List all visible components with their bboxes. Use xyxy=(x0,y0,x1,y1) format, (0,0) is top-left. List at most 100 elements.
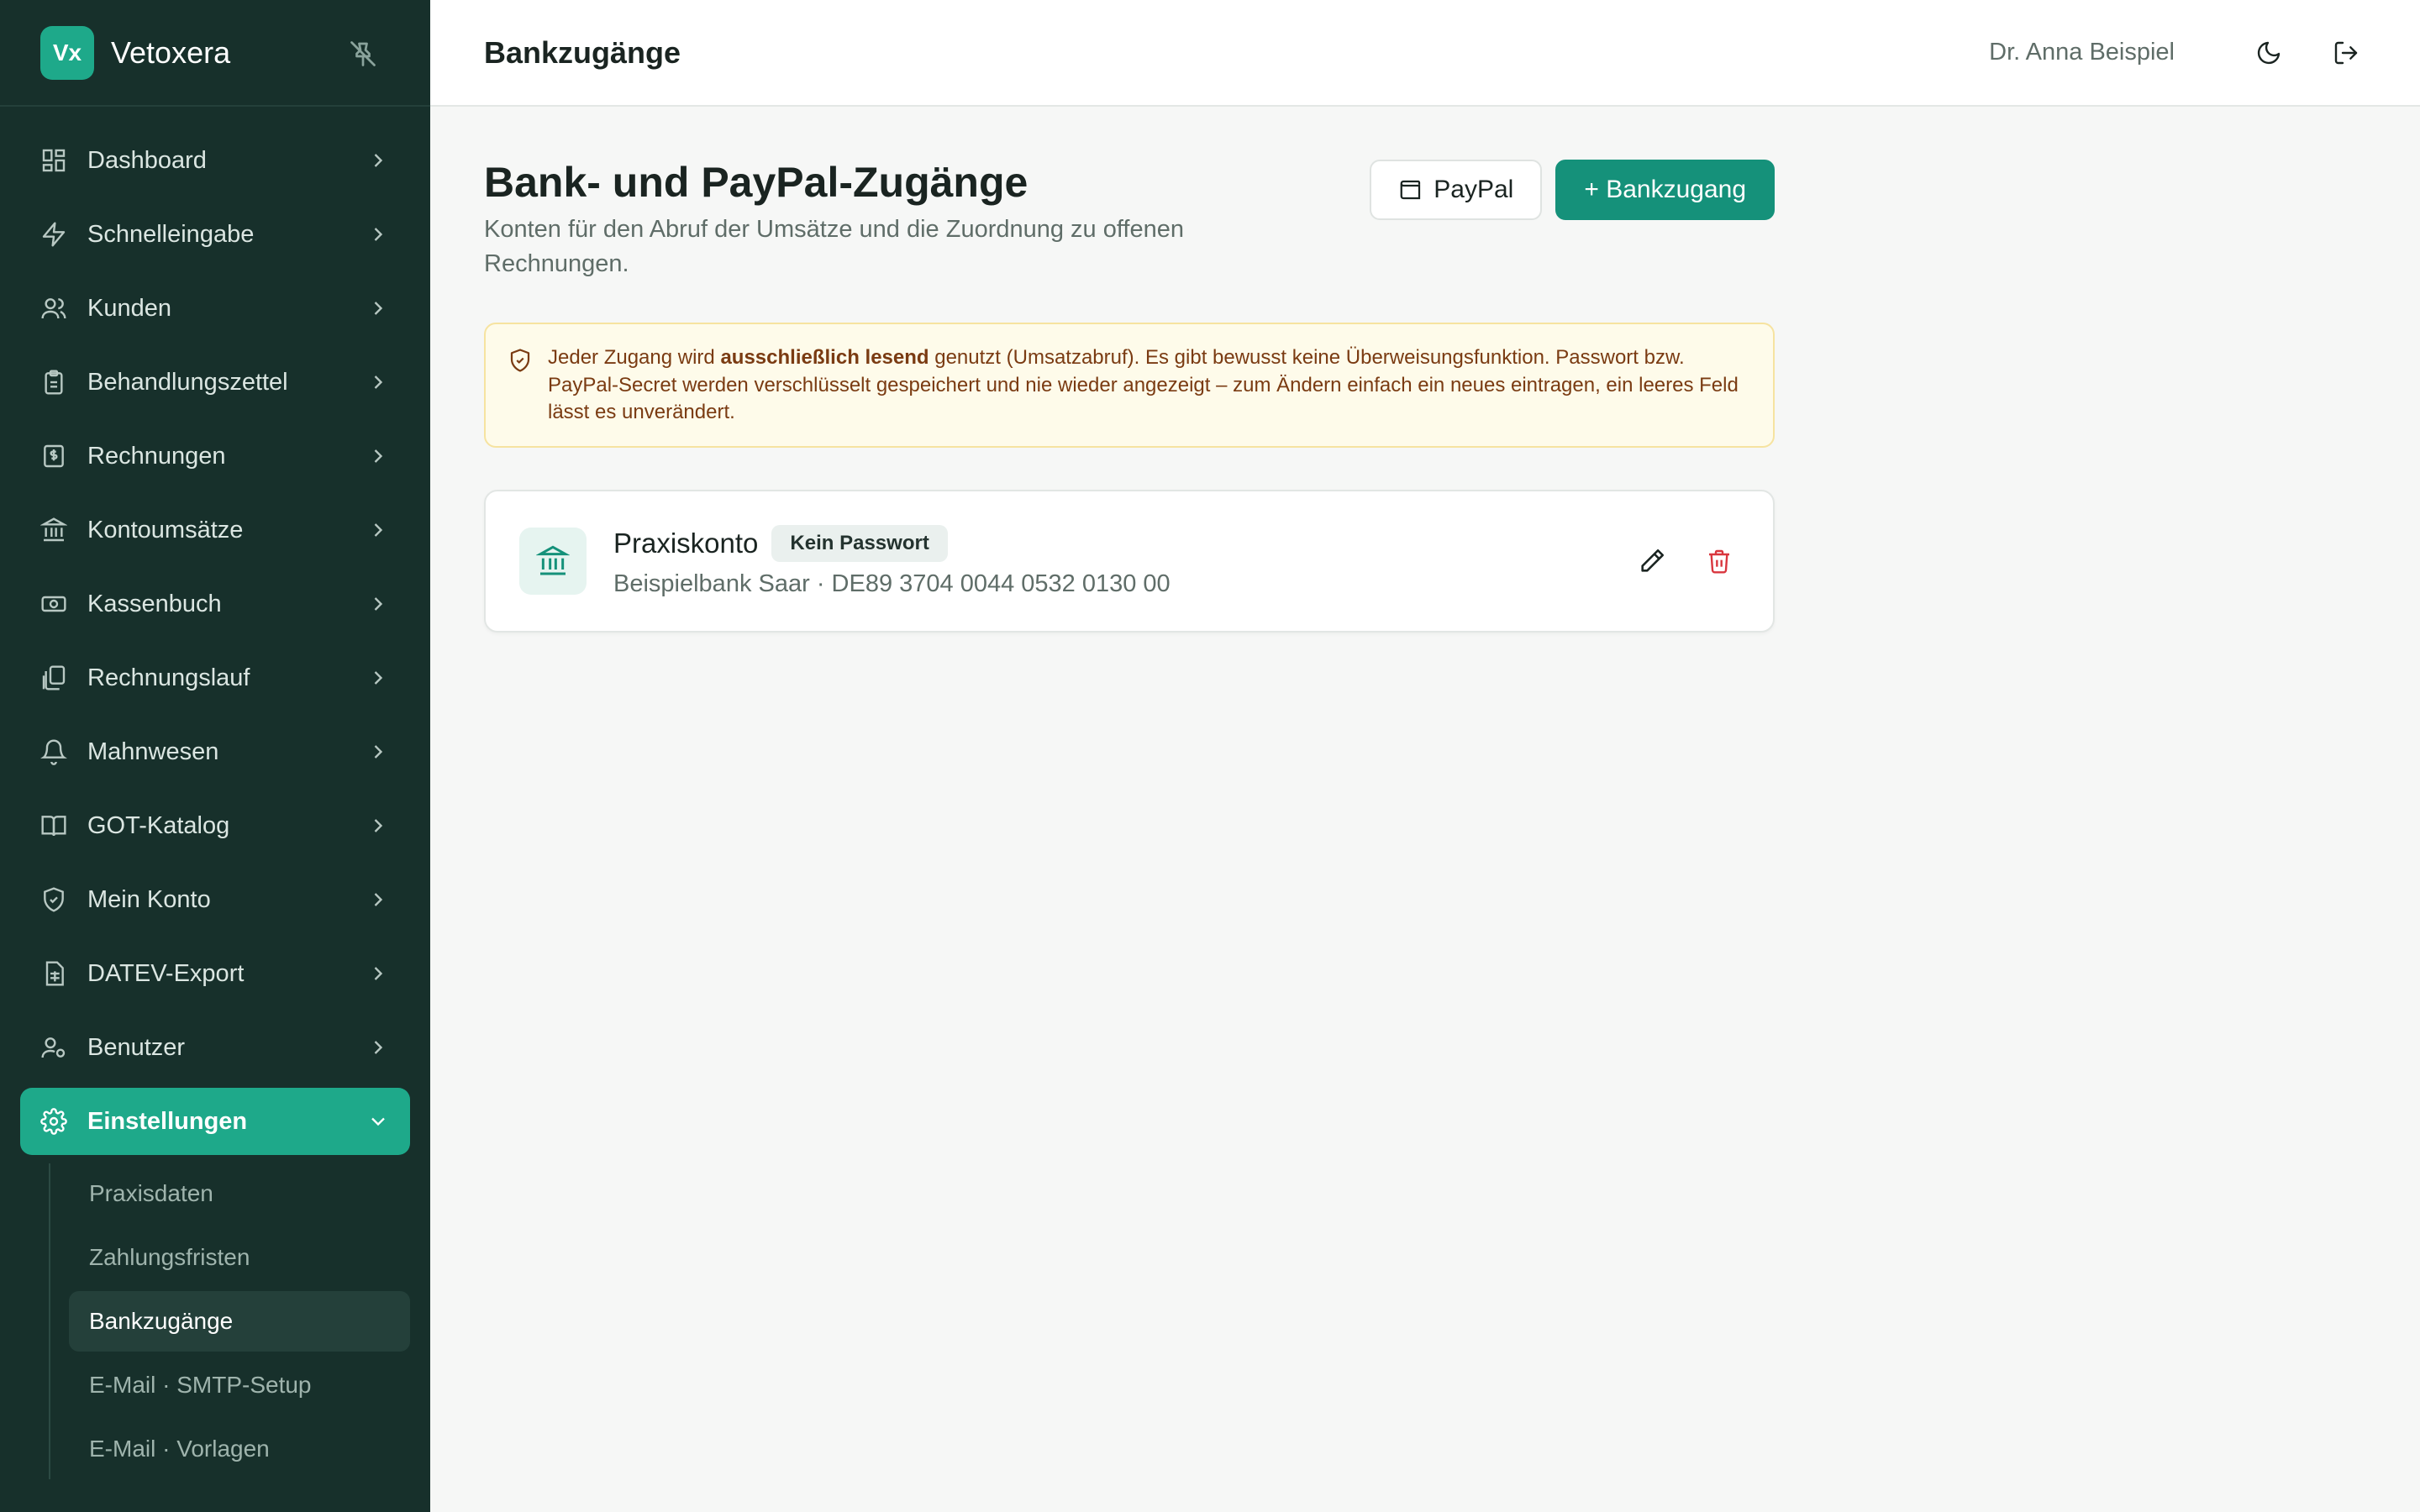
bank-account-icon-wrap xyxy=(519,528,587,596)
chevron-right-icon xyxy=(374,228,383,241)
delete-account-button[interactable] xyxy=(1699,541,1739,581)
chevron-right-icon xyxy=(374,893,383,906)
sidebar-item-label: Mein Konto xyxy=(87,885,211,913)
sidebar: Vx Vetoxera Dashboard Schnelleingabe Kun… xyxy=(0,0,430,1512)
title-row: Bank- und PayPal-Zugänge Konten für den … xyxy=(484,160,1775,281)
bell-icon xyxy=(40,739,67,765)
wallet-icon xyxy=(1400,180,1421,200)
chevron-right-icon xyxy=(374,597,383,611)
sidebar-item-got-katalog[interactable]: GOT-Katalog xyxy=(20,792,410,859)
sidebar-item-label: Kunden xyxy=(87,294,171,322)
chevron-right-icon xyxy=(374,375,383,389)
brand-name: Vetoxera xyxy=(111,34,231,70)
sidebar-item-datev-export[interactable]: DATEV-Export xyxy=(20,940,410,1007)
bank-account-header: Praxiskonto Kein Passwort xyxy=(613,524,1605,562)
notice-text-pre: Jeder Zugang wird xyxy=(548,346,721,370)
brand-logo: Vx xyxy=(40,25,94,80)
sidebar-item-label: Mahnwesen xyxy=(87,738,219,765)
header-title: Bankzugänge xyxy=(484,34,681,70)
bank-icon xyxy=(40,517,67,542)
invoice-icon xyxy=(44,444,64,468)
chevron-right-icon xyxy=(374,967,383,980)
sidebar-item-kunden[interactable]: Kunden xyxy=(20,275,410,342)
bank-account-info: Praxiskonto Kein Passwort Beispielbank S… xyxy=(613,524,1605,598)
sidebar-item-label: Kassenbuch xyxy=(87,590,222,617)
page-title: Bank- und PayPal-Zugänge xyxy=(484,159,1028,206)
edit-account-button[interactable] xyxy=(1632,541,1672,581)
sidebar-item-label: Schnelleingabe xyxy=(87,220,255,248)
gear-icon xyxy=(40,1108,67,1135)
sidebar-item-rechnungen[interactable]: Rechnungen xyxy=(20,423,410,490)
add-bank-account-label: + Bankzugang xyxy=(1584,176,1746,203)
theme-toggle-button[interactable] xyxy=(2249,33,2289,73)
add-paypal-button[interactable]: PayPal xyxy=(1370,160,1543,220)
sidebar-item-rechnungslauf[interactable]: Rechnungslauf xyxy=(20,644,410,711)
trash-icon xyxy=(1709,550,1729,574)
sidebar-item-label: DATEV-Export xyxy=(87,959,245,987)
chevron-down-icon xyxy=(371,1117,385,1126)
brand: Vx Vetoxera xyxy=(0,0,430,107)
sidebar-item-label: Kontoumsätze xyxy=(87,516,244,543)
page-actions: PayPal + Bankzugang xyxy=(1370,160,1775,220)
status-badge: Kein Passwort xyxy=(771,524,948,562)
sidebar-item-mein-konto[interactable]: Mein Konto xyxy=(20,866,410,933)
sidebar-item-dashboard[interactable]: Dashboard xyxy=(20,127,410,194)
dashboard-icon xyxy=(42,149,66,172)
chevron-right-icon xyxy=(374,302,383,315)
user-cog-icon xyxy=(41,1037,66,1058)
sidebar-item-label: Benutzer xyxy=(87,1033,186,1061)
chevron-right-icon xyxy=(374,1041,383,1054)
subnav-item-bankzugaenge[interactable]: Bankzugänge xyxy=(69,1291,410,1352)
pin-off-icon[interactable] xyxy=(348,39,378,69)
chevron-right-icon xyxy=(374,449,383,463)
sidebar-item-kassenbuch[interactable]: Kassenbuch xyxy=(20,570,410,638)
users-icon xyxy=(41,298,66,319)
sidebar-item-behandlungszettel[interactable]: Behandlungszettel xyxy=(20,349,410,416)
pencil-icon xyxy=(1641,549,1665,572)
header-user-name: Dr. Anna Beispiel xyxy=(1989,39,2175,66)
sidebar-item-label: Rechnungen xyxy=(87,442,226,470)
add-paypal-label: PayPal xyxy=(1434,176,1514,203)
subnav-item-email-smtp[interactable]: E-Mail · SMTP-Setup xyxy=(69,1355,410,1415)
sidebar-item-label: GOT-Katalog xyxy=(87,811,230,839)
spreadsheet-icon xyxy=(45,961,64,986)
bank-account-name: Praxiskonto xyxy=(613,527,759,559)
settings-subnav: Praxisdaten Zahlungsfristen Bankzugänge … xyxy=(49,1163,430,1479)
sidebar-item-label: Dashboard xyxy=(87,146,207,174)
book-icon xyxy=(41,816,66,837)
title-block: Bank- und PayPal-Zugänge Konten für den … xyxy=(484,160,1240,281)
subnav-item-email-vorlagen[interactable]: E-Mail · Vorlagen xyxy=(69,1419,410,1479)
lightning-icon xyxy=(42,222,66,247)
shield-check-icon xyxy=(510,349,530,372)
chevron-right-icon xyxy=(374,745,383,759)
bank-account-details: Beispielbank Saar · DE89 3704 0044 0532 … xyxy=(613,570,1171,597)
sidebar-item-kontoumsaetze[interactable]: Kontoumsätze xyxy=(20,496,410,564)
bank-account-card: Praxiskonto Kein Passwort Beispielbank S… xyxy=(484,490,1775,633)
sidebar-item-label: Rechnungslauf xyxy=(87,664,250,691)
cash-icon xyxy=(41,596,66,612)
subnav-item-praxisdaten[interactable]: Praxisdaten xyxy=(69,1163,410,1224)
logout-button[interactable] xyxy=(2326,33,2366,73)
chevron-right-icon xyxy=(374,523,383,537)
sidebar-item-benutzer[interactable]: Benutzer xyxy=(20,1014,410,1081)
chevron-right-icon xyxy=(374,819,383,832)
sidebar-item-mahnwesen[interactable]: Mahnwesen xyxy=(20,718,410,785)
chevron-right-icon xyxy=(374,154,383,167)
add-bank-account-button[interactable]: + Bankzugang xyxy=(1555,160,1775,220)
sidebar-item-einstellungen[interactable]: Einstellungen xyxy=(20,1088,410,1155)
sidebar-item-label: Behandlungszettel xyxy=(87,368,288,396)
sidebar-item-schnelleingabe[interactable]: Schnelleingabe xyxy=(20,201,410,268)
notice-text-bold: ausschließlich lesend xyxy=(720,346,929,370)
sidebar-item-label: Einstellungen xyxy=(87,1107,248,1135)
moon-icon xyxy=(2257,41,2281,64)
files-icon xyxy=(42,665,66,690)
shield-icon xyxy=(44,887,64,912)
bank-icon xyxy=(536,545,570,575)
main-content: Bank- und PayPal-Zugänge Konten für den … xyxy=(484,160,1775,633)
page-description: Konten für den Abruf der Umsätze und die… xyxy=(484,216,1184,277)
subnav-item-zahlungsfristen[interactable]: Zahlungsfristen xyxy=(69,1227,410,1288)
top-header: Bankzugänge Dr. Anna Beispiel xyxy=(430,0,2420,107)
chevron-right-icon xyxy=(374,671,383,685)
logout-icon xyxy=(2334,41,2358,64)
sidebar-nav: Dashboard Schnelleingabe Kunden Behandlu… xyxy=(0,107,430,1479)
